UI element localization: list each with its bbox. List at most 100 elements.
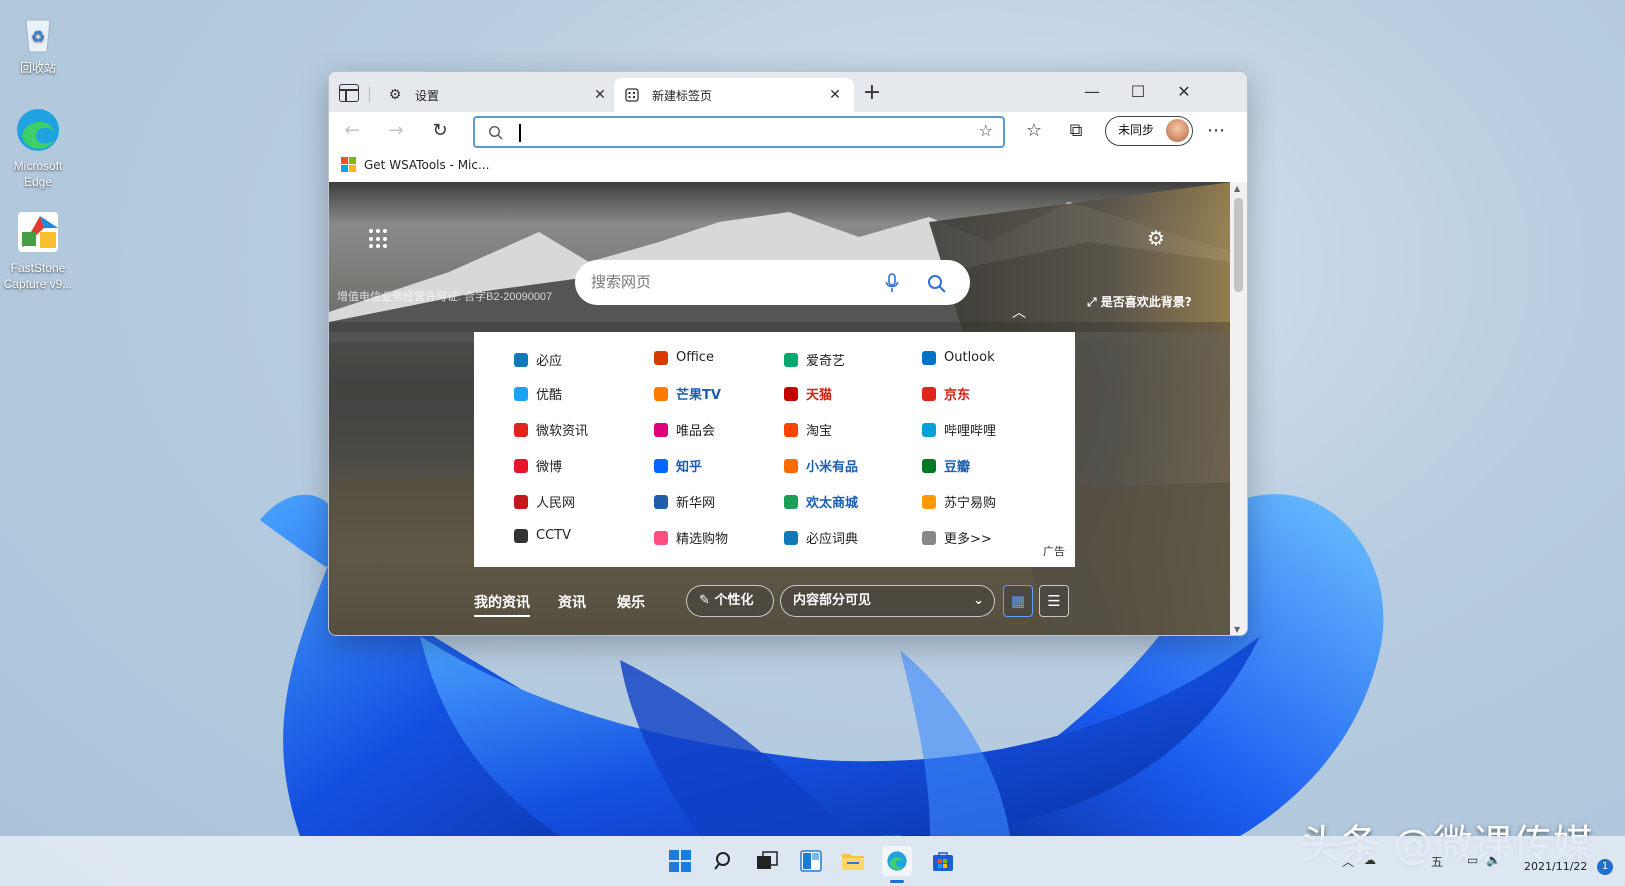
site-favicon-icon <box>922 422 936 437</box>
quick-link-item[interactable]: 芒果TV <box>654 384 721 403</box>
quick-link-item[interactable]: 天猫 <box>784 384 832 403</box>
quick-link-item[interactable]: 精选购物 <box>654 528 728 547</box>
widgets-icon[interactable] <box>796 846 826 876</box>
quick-link-item[interactable]: 小米有品 <box>784 456 858 475</box>
quick-link-item[interactable]: CCTV <box>514 528 571 543</box>
content-visibility-label: 内容部分可见 <box>793 593 872 608</box>
quick-link-item[interactable]: 苏宁易购 <box>922 492 996 511</box>
feed-tab-my-news[interactable]: 我的资讯 <box>474 592 530 617</box>
minimize-button[interactable]: — <box>1069 78 1115 106</box>
divider <box>369 86 370 102</box>
scroll-down-icon[interactable]: ▼ <box>1234 625 1240 634</box>
close-icon[interactable]: ✕ <box>826 87 844 103</box>
quick-link-label: 人民网 <box>536 496 576 511</box>
site-favicon-icon <box>922 458 936 473</box>
microphone-icon[interactable] <box>885 260 899 305</box>
start-button[interactable] <box>665 846 695 876</box>
quick-link-item[interactable]: Office <box>654 350 714 365</box>
cloud-icon[interactable]: ☁ <box>1364 853 1376 867</box>
address-bar[interactable]: ☆ <box>473 116 1005 148</box>
refresh-button[interactable]: ↻ <box>427 118 453 144</box>
scroll-thumb[interactable] <box>1234 198 1243 292</box>
quick-link-item[interactable]: 爱奇艺 <box>784 350 845 369</box>
quick-link-label: 优酷 <box>536 388 563 403</box>
apps-grid-icon[interactable] <box>369 229 389 249</box>
search-icon[interactable] <box>927 260 947 305</box>
profile-button[interactable]: 未同步 <box>1105 116 1193 146</box>
quick-link-item[interactable]: 必应 <box>514 350 562 369</box>
quick-link-item[interactable]: 更多>> <box>922 528 992 547</box>
file-explorer-icon[interactable] <box>838 846 868 876</box>
quick-link-item[interactable]: 微博 <box>514 456 562 475</box>
close-window-button[interactable]: ✕ <box>1161 78 1207 106</box>
network-icon[interactable]: ▭ <box>1467 853 1478 867</box>
search-icon[interactable] <box>709 846 739 876</box>
quick-link-item[interactable]: 哔哩哔哩 <box>922 420 996 439</box>
task-view-icon[interactable] <box>752 846 782 876</box>
quick-link-item[interactable]: 欢太商城 <box>784 492 858 511</box>
clock-date[interactable]: 2021/11/22 <box>1524 860 1587 873</box>
quick-link-item[interactable]: 豆瓣 <box>922 456 970 475</box>
like-background-link[interactable]: ⤢ 是否喜欢此背景? <box>1087 293 1192 310</box>
tab-actions-button[interactable] <box>339 84 359 102</box>
content-visibility-dropdown[interactable]: 内容部分可见 ⌄ <box>780 585 995 617</box>
quick-link-label: Office <box>676 350 714 365</box>
quick-link-item[interactable]: 新华网 <box>654 492 715 511</box>
quick-link-item[interactable]: 唯品会 <box>654 420 715 439</box>
volume-icon[interactable]: 🔈 <box>1486 853 1501 867</box>
tab-label: 设置 <box>415 88 440 103</box>
feed-tab-news[interactable]: 资讯 <box>558 592 586 612</box>
quick-link-item[interactable]: Outlook <box>922 350 995 365</box>
chevron-down-icon: ⌄ <box>973 593 984 608</box>
page-scrollbar[interactable]: ▲ ▼ <box>1230 182 1247 635</box>
search-icon <box>488 125 503 140</box>
personalize-button[interactable]: ✎ 个性化 <box>686 585 774 617</box>
desktop-icon-edge[interactable]: Microsoft Edge <box>0 106 76 190</box>
quick-link-item[interactable]: 知乎 <box>654 456 702 475</box>
close-icon[interactable]: ✕ <box>591 87 609 103</box>
quick-link-item[interactable]: 微软资讯 <box>514 420 588 439</box>
grid-view-button[interactable]: ▦ <box>1003 585 1033 617</box>
notification-badge[interactable]: 1 <box>1597 859 1613 875</box>
favorite-item[interactable]: Get WSATools - Mic... <box>341 157 489 172</box>
forward-button[interactable]: → <box>383 118 409 144</box>
quick-link-label: 苏宁易购 <box>944 496 997 511</box>
quick-link-label: 微博 <box>536 460 563 475</box>
chevron-up-icon[interactable]: ︿ <box>1012 302 1026 322</box>
edge-taskbar-icon[interactable] <box>882 846 912 876</box>
maximize-button[interactable]: ☐ <box>1115 78 1161 106</box>
tab-new-tab[interactable]: 新建标签页 ✕ <box>614 78 854 112</box>
scroll-up-icon[interactable]: ▲ <box>1234 184 1240 193</box>
store-icon[interactable] <box>928 846 958 876</box>
desktop-icon-recycle-bin[interactable]: ♻ 回收站 <box>0 8 76 76</box>
site-favicon-icon <box>654 422 668 437</box>
quick-link-label: 芒果TV <box>676 388 721 403</box>
quick-link-item[interactable]: 必应词典 <box>784 528 858 547</box>
new-tab-button[interactable]: + <box>861 82 883 105</box>
quick-link-item[interactable]: 优酷 <box>514 384 562 403</box>
quick-link-item[interactable]: 淘宝 <box>784 420 832 439</box>
quick-link-label: Outlook <box>944 350 995 365</box>
favorites-icon[interactable]: ☆ <box>1021 118 1047 144</box>
list-view-button[interactable]: ☰ <box>1039 585 1069 617</box>
back-button[interactable]: ← <box>339 118 365 144</box>
svg-text:♻: ♻ <box>31 29 45 46</box>
ime-mode[interactable]: 五 <box>1431 853 1443 870</box>
site-favicon-icon <box>654 386 668 401</box>
edge-window: ⚙ 设置 ✕ 新建标签页 ✕ + — ☐ ✕ ← → ↻ ☆ ☆ ⧉ 未同步 ⋯… <box>328 71 1248 636</box>
more-menu-icon[interactable]: ⋯ <box>1203 118 1229 144</box>
microsoft-logo-icon <box>341 157 356 172</box>
add-favorite-icon[interactable]: ☆ <box>979 121 993 140</box>
desktop-icon-faststone[interactable]: FastStone Capture v9... <box>0 208 76 292</box>
quick-link-item[interactable]: 京东 <box>922 384 970 403</box>
web-search-box[interactable]: 搜索网页 <box>575 260 970 305</box>
tab-label: 新建标签页 <box>652 88 713 103</box>
chevron-up-icon[interactable]: ︿ <box>1342 853 1354 870</box>
expand-icon: ⤢ <box>1087 295 1097 309</box>
page-settings-icon[interactable]: ⚙ <box>1147 226 1165 250</box>
ad-label: 广告 <box>1043 545 1065 558</box>
feed-tab-entertainment[interactable]: 娱乐 <box>617 592 645 612</box>
quick-link-item[interactable]: 人民网 <box>514 492 575 511</box>
tab-settings[interactable]: ⚙ 设置 ✕ <box>377 78 619 112</box>
collections-icon[interactable]: ⧉ <box>1063 118 1089 144</box>
